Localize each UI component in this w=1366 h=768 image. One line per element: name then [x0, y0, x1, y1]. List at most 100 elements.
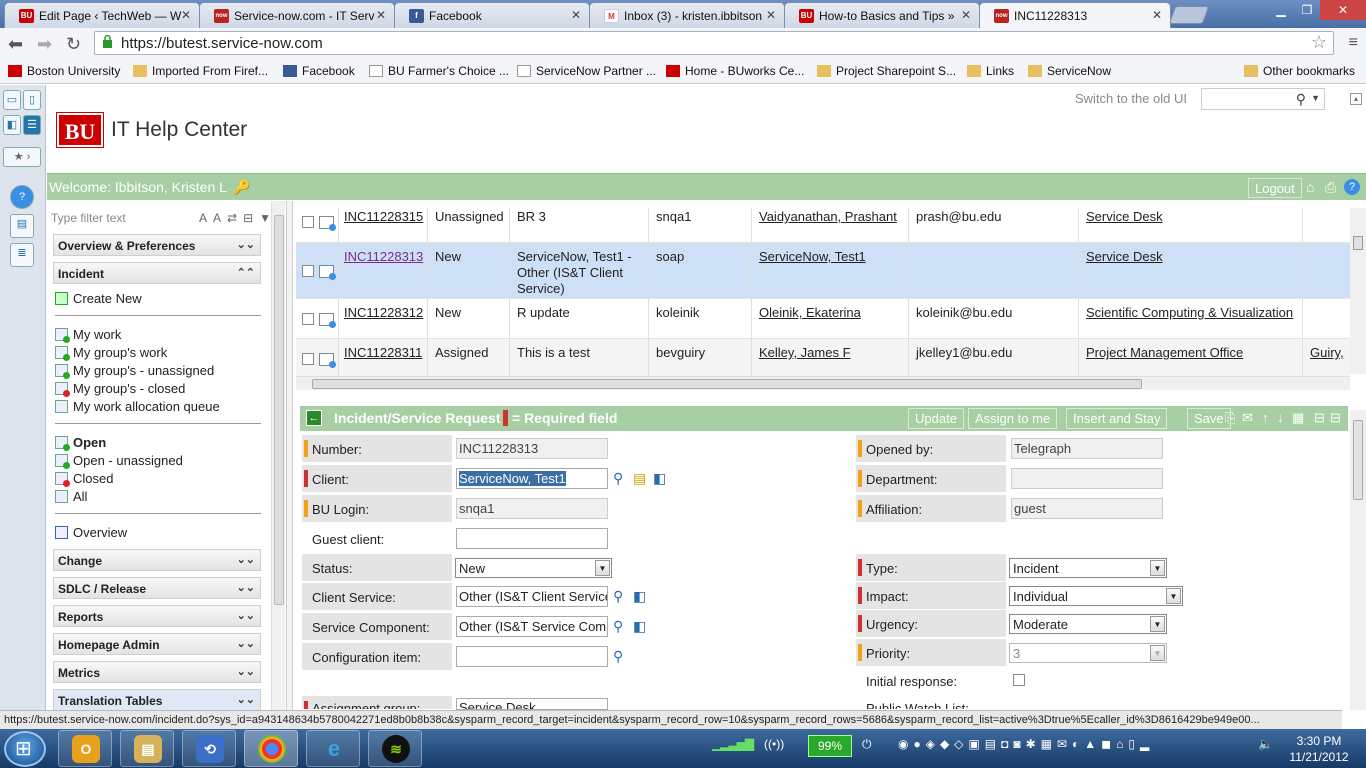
- client-link[interactable]: Oleinik, Ekaterina: [759, 305, 861, 321]
- bookmark-item[interactable]: Other bookmarks: [1244, 64, 1355, 78]
- nav-my-groups-closed[interactable]: My group's - closed: [55, 381, 185, 397]
- search-icon[interactable]: ⚲: [613, 618, 623, 635]
- urgency-select[interactable]: Moderate ▼: [1009, 614, 1167, 634]
- type-select[interactable]: Incident ▼: [1009, 558, 1167, 578]
- row-checkbox[interactable]: [302, 353, 314, 365]
- scrollbar-thumb[interactable]: [1353, 236, 1363, 250]
- opened-by-field[interactable]: Telegraph: [1011, 438, 1163, 459]
- explorer-taskbar-button[interactable]: ▤: [120, 730, 174, 767]
- assignment-group-field[interactable]: Service Desk: [456, 698, 608, 710]
- collapse-all-icon[interactable]: ⊟: [243, 211, 259, 225]
- nav-my-groups-work[interactable]: My group's work: [55, 345, 167, 361]
- global-search-input[interactable]: ⚲ ▼: [1201, 88, 1325, 110]
- guest-client-field[interactable]: [456, 528, 608, 549]
- wireless-icon[interactable]: ((•)): [764, 737, 784, 751]
- list-vertical-scrollbar[interactable]: [1350, 208, 1366, 374]
- restore-icon[interactable]: ❐: [1294, 0, 1320, 20]
- preview-record-icon[interactable]: ◧: [633, 618, 646, 635]
- search-icon[interactable]: ⚲: [1296, 91, 1306, 108]
- client-service-field[interactable]: Other (IS&T Client Service): [456, 586, 608, 607]
- incident-number-link[interactable]: INC11228312: [344, 305, 423, 321]
- browser-tab[interactable]: now Service-now.com - IT Serv ✕: [199, 2, 395, 28]
- row-checkbox[interactable]: [302, 265, 314, 277]
- scrollbar-thumb[interactable]: [1353, 420, 1363, 500]
- nav-section-change[interactable]: Change ⌄⌄: [53, 549, 261, 571]
- font-smaller-icon[interactable]: A: [199, 211, 213, 225]
- scrollbar-thumb[interactable]: [312, 379, 1142, 389]
- insert-and-stay-button[interactable]: Insert and Stay: [1066, 408, 1168, 429]
- nav-section-overview[interactable]: Overview & Preferences ⌄⌄: [53, 234, 261, 256]
- favorites-star-icon[interactable]: ★ ›: [3, 147, 41, 167]
- battery-indicator[interactable]: 99%: [808, 735, 852, 757]
- bookmark-item[interactable]: ServiceNow Partner ...: [517, 64, 656, 78]
- assignment-group-link[interactable]: Scientific Computing & Visualization: [1086, 305, 1293, 321]
- impact-select[interactable]: Individual ▼: [1009, 586, 1183, 606]
- chevron-down-icon[interactable]: ▼: [1311, 93, 1320, 103]
- next-record-icon[interactable]: ↓: [1277, 410, 1284, 425]
- affiliation-field[interactable]: guest: [1011, 498, 1163, 519]
- scrollbar-thumb[interactable]: [274, 215, 284, 605]
- switch-old-ui-link[interactable]: Switch to the old UI: [1075, 91, 1187, 106]
- nav-work-allocation-queue[interactable]: My work allocation queue: [55, 399, 220, 414]
- close-tab-icon[interactable]: ✕: [376, 8, 386, 22]
- bu-login-field[interactable]: snqa1: [456, 498, 608, 519]
- impersonate-key-icon[interactable]: 🔑: [233, 179, 250, 195]
- close-tab-icon[interactable]: ✕: [1152, 8, 1162, 22]
- app-taskbar-button[interactable]: ⟲: [182, 730, 236, 767]
- nav-section-incident[interactable]: Incident ⌃⌃: [53, 262, 261, 284]
- reload-icon[interactable]: ↻: [66, 34, 81, 55]
- layout-single-icon[interactable]: ▭: [3, 90, 21, 110]
- client-link[interactable]: Kelley, James F: [759, 345, 851, 361]
- table-row[interactable]: INC11228311 Assigned This is a test bevg…: [296, 339, 1350, 378]
- department-field[interactable]: [1011, 468, 1163, 489]
- layout-list-icon[interactable]: ☰: [23, 115, 41, 135]
- bookmark-item[interactable]: Boston University: [8, 64, 120, 78]
- client-link[interactable]: ServiceNow, Test1: [759, 249, 866, 265]
- nav-section-homepage-admin[interactable]: Homepage Admin ⌄⌄: [53, 633, 261, 655]
- form-vertical-scrollbar[interactable]: [1350, 410, 1366, 710]
- browser-tab[interactable]: M Inbox (3) - kristen.ibbitson ✕: [589, 2, 785, 28]
- bookmark-item[interactable]: Links: [967, 64, 1014, 78]
- assign-to-me-button[interactable]: Assign to me: [968, 408, 1058, 429]
- nav-overview[interactable]: Overview: [55, 525, 127, 540]
- bookmark-item[interactable]: Project Sharepoint S...: [817, 64, 956, 78]
- list-horizontal-scrollbar[interactable]: [296, 376, 1350, 390]
- layout-split-icon[interactable]: ◧: [3, 115, 21, 135]
- nav-section-metrics[interactable]: Metrics ⌄⌄: [53, 661, 261, 683]
- stack-icon[interactable]: ≣: [10, 243, 34, 267]
- address-bar[interactable]: https://butest.service-now.com ☆: [94, 31, 1334, 55]
- number-field[interactable]: INC11228313: [456, 438, 608, 459]
- nav-section-sdlc[interactable]: SDLC / Release ⌄⌄: [53, 577, 261, 599]
- client-link[interactable]: Vaidyanathan, Prashant: [759, 209, 897, 225]
- collapse-header-icon[interactable]: ▴: [1350, 93, 1362, 105]
- close-tab-icon[interactable]: ✕: [766, 8, 776, 22]
- row-checkbox[interactable]: [302, 313, 314, 325]
- close-tab-icon[interactable]: ✕: [571, 8, 581, 22]
- configuration-item-field[interactable]: [456, 646, 608, 667]
- update-button[interactable]: Update: [908, 408, 964, 429]
- volume-icon[interactable]: 🔈: [1258, 737, 1273, 751]
- browser-tab[interactable]: BU How-to Basics and Tips » ✕: [784, 2, 980, 28]
- preview-record-icon[interactable]: [319, 353, 336, 368]
- power-plug-icon[interactable]: ⏻: [862, 737, 872, 752]
- help-icon[interactable]: ?: [10, 185, 34, 209]
- email-icon[interactable]: ✉: [1242, 410, 1253, 426]
- print-icon[interactable]: ⎙: [1325, 179, 1336, 196]
- nav-section-reports[interactable]: Reports ⌄⌄: [53, 605, 261, 627]
- nav-my-groups-unassigned[interactable]: My group's - unassigned: [55, 363, 214, 379]
- nav-closed[interactable]: Closed: [55, 471, 113, 487]
- table-row[interactable]: INC11228315 Unassigned BR 3 snqa1 Vaidya…: [296, 208, 1350, 243]
- incident-number-link[interactable]: INC11228315: [344, 209, 423, 225]
- logout-button[interactable]: Logout: [1248, 178, 1302, 198]
- filter-input[interactable]: Type filter text: [51, 211, 201, 227]
- nav-my-work[interactable]: My work: [55, 327, 121, 343]
- nav-section-translation[interactable]: Translation Tables ⌄⌄: [53, 689, 261, 710]
- row-checkbox[interactable]: [302, 216, 314, 228]
- bookmark-item[interactable]: BU Farmer's Choice ...: [369, 64, 509, 78]
- close-window-icon[interactable]: ✕: [1320, 0, 1366, 20]
- back-arrow-icon[interactable]: ←: [306, 410, 322, 426]
- table-row-selected[interactable]: INC11228313 New ServiceNow, Test1 - Othe…: [296, 243, 1350, 299]
- assigned-to-link[interactable]: Guiry,: [1310, 345, 1344, 361]
- signal-strength-icon[interactable]: ▁▂▃▅▇: [712, 737, 754, 751]
- preview-record-icon[interactable]: ◧: [653, 470, 666, 487]
